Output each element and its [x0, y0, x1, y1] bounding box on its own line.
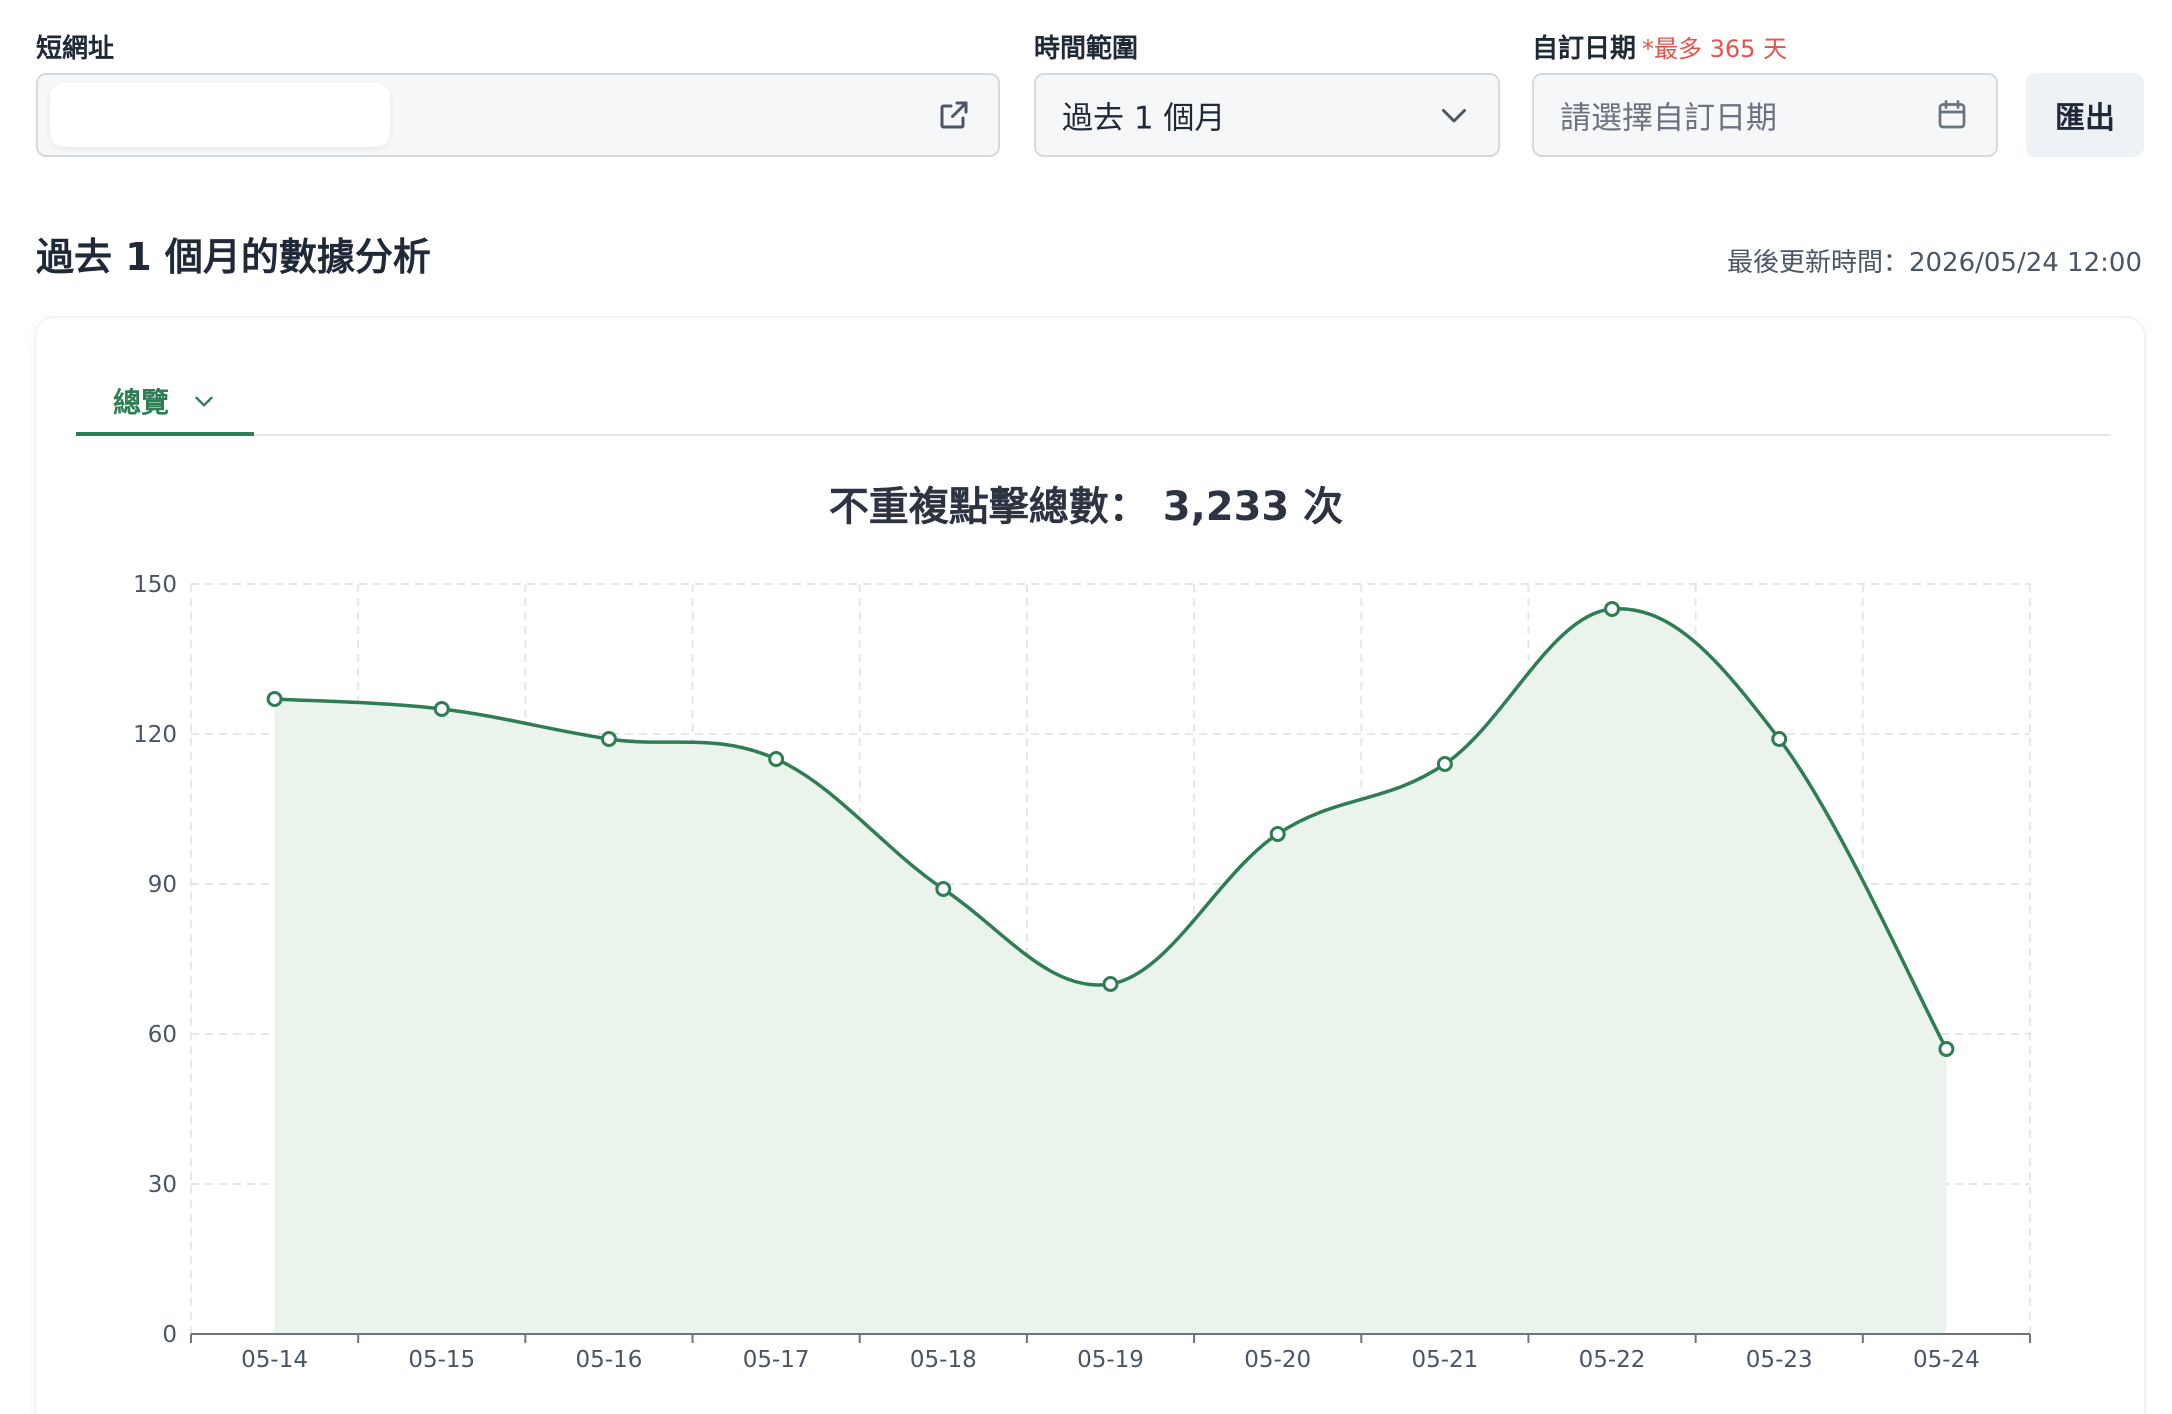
- x-tick-label: 05-23: [1746, 1347, 1813, 1373]
- x-tick-label: 05-20: [1244, 1347, 1311, 1373]
- data-point: [1102, 976, 1119, 992]
- x-tick-label: 05-14: [241, 1347, 308, 1373]
- x-tick-label: 05-19: [1077, 1347, 1144, 1373]
- y-tick-label: 120: [133, 722, 177, 748]
- analytics-page: 短網址 時間範圍 過去 1 個月 自訂日期 *最多 365 天 請選擇自訂日期 匯…: [0, 0, 2172, 1414]
- data-point: [768, 751, 785, 767]
- y-tick-label: 30: [148, 1172, 177, 1198]
- data-point: [433, 701, 450, 717]
- data-point: [1938, 1041, 1955, 1057]
- x-tick-label: 05-18: [910, 1347, 977, 1373]
- unique-clicks-chart: 0 30 60 90 120 150 05-14 05-15 05-16 05-17 05-18 05…: [133, 572, 2031, 1373]
- data-point: [1269, 826, 1286, 842]
- x-tick-label: 05-15: [408, 1347, 475, 1373]
- data-point: [1771, 731, 1788, 747]
- y-tick-label: 60: [148, 1022, 177, 1048]
- x-tick-label: 05-22: [1579, 1347, 1646, 1373]
- y-tick-label: 150: [133, 572, 177, 598]
- y-tick-label: 90: [148, 872, 177, 898]
- data-point: [935, 881, 952, 897]
- data-point: [1604, 601, 1621, 617]
- data-point: [600, 731, 617, 747]
- x-tick-label: 05-17: [743, 1347, 810, 1373]
- y-tick-label: 0: [162, 1322, 177, 1348]
- x-tick-label: 05-24: [1913, 1347, 1980, 1373]
- data-point: [266, 691, 283, 707]
- data-point: [1436, 756, 1453, 772]
- x-tick-label: 05-21: [1411, 1347, 1478, 1373]
- x-tick-label: 05-16: [576, 1347, 643, 1373]
